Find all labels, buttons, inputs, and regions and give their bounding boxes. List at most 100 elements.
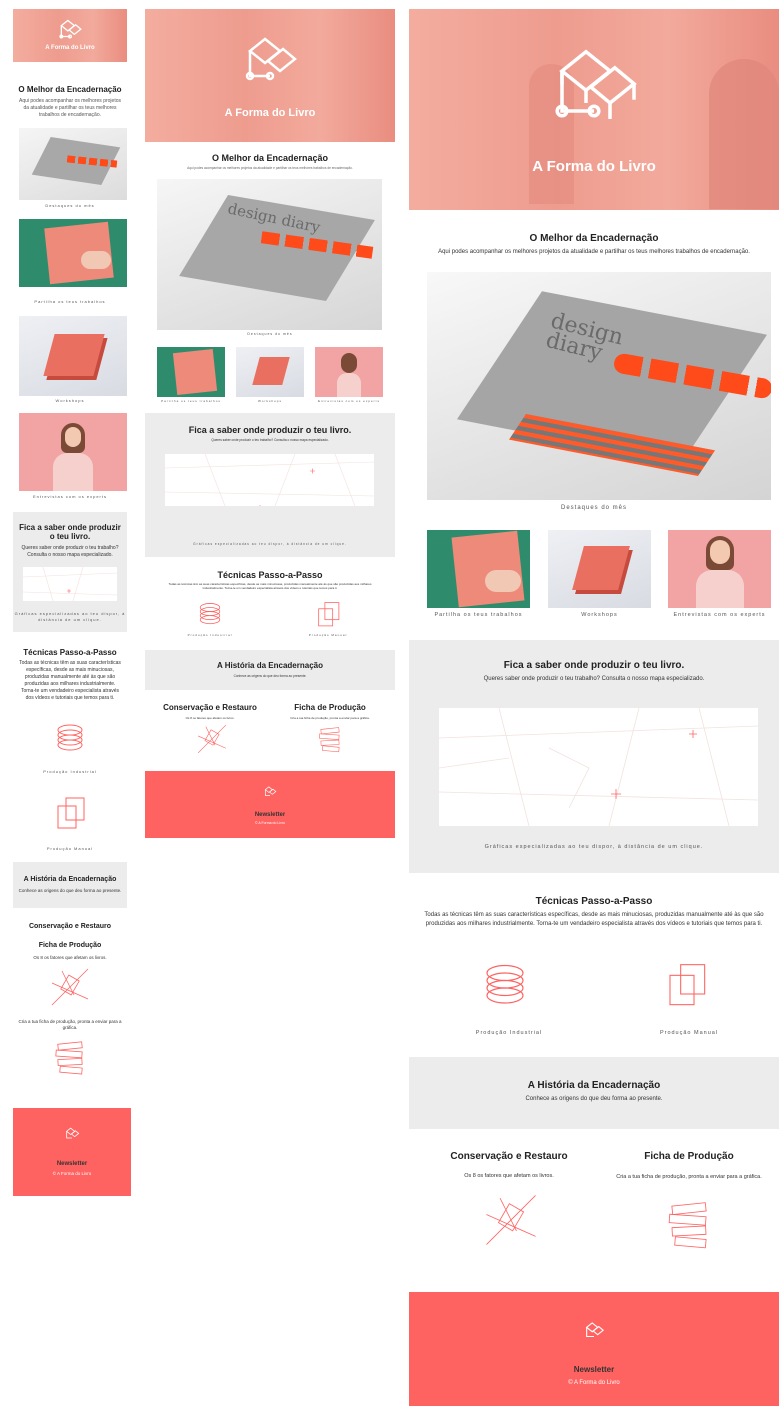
manual-icon [669,964,706,1006]
production-text: Cria a tua ficha de produção, pronta a e… [290,716,370,720]
workshops-photo[interactable] [236,347,304,397]
footer-newsletter[interactable]: Newsletter [13,1161,131,1167]
caption-experts: Entrevistas com os experts [32,494,108,499]
footer: Newsletter © A Forma do Livro [409,1292,779,1406]
tablet-layout: A Forma do Livro O Melhor da Encadernaçã… [145,0,395,840]
restoration-icon [51,968,89,1006]
share-photo[interactable] [157,347,225,397]
map-title: Fica a saber onde produzir o teu livro. [188,425,352,435]
map[interactable] [22,566,118,602]
footer: Newsletter © A Forma do Livro [145,771,395,838]
footer-copyright: © A Forma do Livro [568,1380,620,1386]
caption-highlight: Destaques do mês [560,505,628,511]
map-subtitle: Queres saber onde produzir o teu trabalh… [21,545,119,558]
industrial-label: Produção Industrial [187,633,233,637]
history-subtitle: Conhece as origens do que deu forma ao p… [18,888,122,893]
production-title: Ficha de Produção [644,1151,734,1162]
footer-newsletter[interactable]: Newsletter [409,1365,779,1374]
footer-copyright: © A Forma do Livro [254,821,285,825]
techniques-title: Técnicas Passo-a-Passo [217,570,323,580]
map-subtitle: Queres saber onde produzir o teu trabalh… [211,438,329,442]
footer-copyright: © A Forma do Livro [52,1171,92,1176]
manual-icon [318,602,340,627]
manual-label: Produção Manual [308,633,348,637]
footer-logo-icon [66,1127,80,1139]
restoration-icon [197,724,227,754]
map-caption: Gráficas especializadas ao teu dispor, à… [484,844,704,850]
production-text: Cria a tua ficha de produção, pronta a e… [616,1174,762,1180]
map-caption: Gráficas especializadas ao teu dispor, à… [193,542,347,546]
featured-photo[interactable]: design diary [427,272,771,500]
caption-share: Partilha os teus trabalhos [34,299,106,304]
industrial-icon [199,603,221,625]
caption-experts: Entrevistas com os experts [317,399,380,403]
featured-subtitle: Aqui podes acompanhar os melhores projet… [18,98,121,118]
manual-label: Produção Manual [46,846,94,851]
history-title: A História da Encadernação [527,1080,661,1091]
caption-workshops: Workshops [258,399,282,403]
mobile-layout: A Forma do Livro O Melhor da Encadernaçã… [13,0,131,1200]
caption-experts: Entrevistas com os experts [673,612,766,618]
map-roads [438,707,759,827]
production-title: Ficha de Produção [38,942,102,949]
restoration-text: Os 8 os fatores que afetam os livros. [33,955,107,960]
caption-share: Partilha os teus trabalhos [161,399,221,403]
map[interactable] [164,453,375,511]
history-title: A História da Encadernação [23,876,117,883]
map-roads [22,566,118,602]
brand-name: A Forma do Livro [532,158,656,175]
techniques-text: Todas as técnicas têm as suas caracterís… [19,660,121,701]
industrial-label: Produção Industrial [475,1030,543,1036]
featured-title: O Melhor da Encadernação [18,85,122,94]
production-icon [668,1202,707,1249]
techniques-title: Técnicas Passo-a-Passo [535,896,653,907]
featured-photo[interactable] [19,128,127,200]
restoration-icon [486,1195,536,1245]
experts-photo[interactable] [315,347,383,397]
map-title: Fica a saber onde produzir o teu livro. [503,660,685,671]
history-subtitle: Conhece as origens do que deu forma ao p… [525,1096,663,1102]
caption-highlight: Destaques do mês [45,203,95,208]
brand-name: A Forma do Livro [45,45,95,51]
desktop-layout: A Forma do Livro O Melhor da Encadernaçã… [409,0,779,1406]
map[interactable] [438,707,759,827]
footer-newsletter[interactable]: Newsletter [145,812,395,818]
hero-banner: A Forma do Livro [13,9,127,62]
hero-banner: A Forma do Livro [145,9,395,142]
manual-icon [57,797,85,829]
map-roads [164,453,375,511]
industrial-icon [57,724,83,751]
share-photo[interactable] [427,530,530,608]
map-caption: Gráficas especializadas ao teu dispor, à… [14,611,126,622]
brand-name: A Forma do Livro [224,107,316,119]
map-subtitle: Queres saber onde produzir o teu trabalh… [483,676,705,682]
restoration-title: Conservação e Restauro [28,923,112,930]
production-title: Ficha de Produção [294,703,366,712]
caption-share: Partilha os teus trabalhos [434,612,523,618]
restoration-text: Os 8 os fatores que afetam os livros. [464,1173,554,1179]
logo-icon [555,49,637,119]
featured-title: O Melhor da Encadernação [211,153,329,163]
techniques-text: Todas as técnicas têm as suas caracterís… [168,582,372,590]
map-title: Fica a saber onde produzir o teu livro. [19,523,121,541]
workshops-photo[interactable] [19,316,127,396]
experts-photo[interactable] [19,413,127,491]
history-subtitle: Conhece as origens do que deu forma ao p… [233,674,307,678]
caption-highlight: Destaques do mês [247,332,293,336]
history-section [13,862,127,908]
manual-label: Produção Manual [659,1030,719,1036]
industrial-label: Produção Industrial [43,769,97,774]
industrial-icon [486,964,524,1004]
techniques-text: Todas as técnicas têm as suas caracterís… [424,912,764,927]
featured-subtitle: Aqui podes acompanhar os melhores projet… [187,166,353,170]
workshops-photo[interactable] [548,530,651,608]
experts-photo[interactable] [668,530,771,608]
footer: Newsletter © A Forma do Livro [13,1108,131,1196]
featured-photo[interactable]: design diary [157,179,382,330]
production-icon [55,1041,83,1075]
logo-icon [59,19,82,39]
history-section [409,1057,779,1129]
history-title: A História da Encadernação [217,661,323,670]
share-photo[interactable] [19,219,127,287]
featured-subtitle: Aqui podes acompanhar os melhores projet… [438,249,750,255]
